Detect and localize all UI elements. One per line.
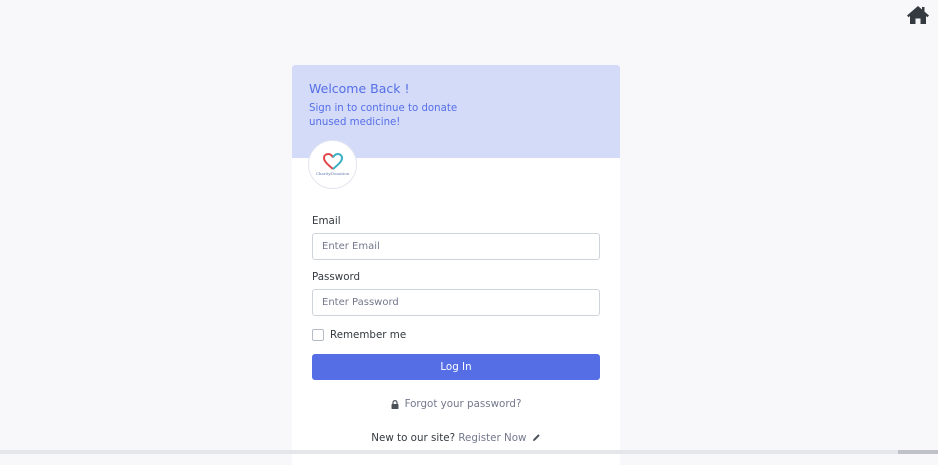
- avatar-logo: CharityDonation: [308, 140, 357, 189]
- remember-me-label[interactable]: Remember me: [330, 329, 406, 341]
- login-card: Welcome Back ! Sign in to continue to do…: [292, 65, 620, 465]
- email-label: Email: [312, 215, 341, 227]
- scrollbar-thumb[interactable]: [898, 450, 938, 454]
- pencil-icon: [532, 434, 540, 441]
- password-input[interactable]: [312, 289, 600, 316]
- heart-logo-icon: [322, 153, 343, 170]
- register-prompt-text: New to our site?: [371, 432, 456, 444]
- lock-icon: [391, 399, 399, 409]
- email-group: Email: [312, 215, 600, 260]
- login-button[interactable]: Log In: [312, 354, 600, 380]
- home-button[interactable]: [906, 4, 930, 26]
- register-now-link[interactable]: Register Now: [458, 432, 540, 444]
- password-label: Password: [312, 271, 361, 283]
- forgot-password-link[interactable]: Forgot your password?: [312, 398, 600, 410]
- register-prompt: New to our site? Register Now: [292, 432, 620, 444]
- horizontal-scrollbar[interactable]: [0, 450, 938, 454]
- welcome-title: Welcome Back !: [309, 81, 410, 96]
- remember-me-checkbox[interactable]: [312, 329, 324, 341]
- welcome-subtitle: Sign in to continue to donate unused med…: [309, 103, 458, 128]
- login-form: Email Password Remember me Log In Forgot…: [312, 215, 600, 410]
- home-icon: [907, 6, 929, 24]
- remember-me-row: Remember me: [312, 328, 600, 342]
- password-group: Password: [312, 271, 600, 316]
- email-input[interactable]: [312, 233, 600, 260]
- register-now-label: Register Now: [458, 432, 527, 444]
- logo-text: CharityDonation: [315, 171, 350, 176]
- forgot-password-label: Forgot your password?: [404, 398, 522, 410]
